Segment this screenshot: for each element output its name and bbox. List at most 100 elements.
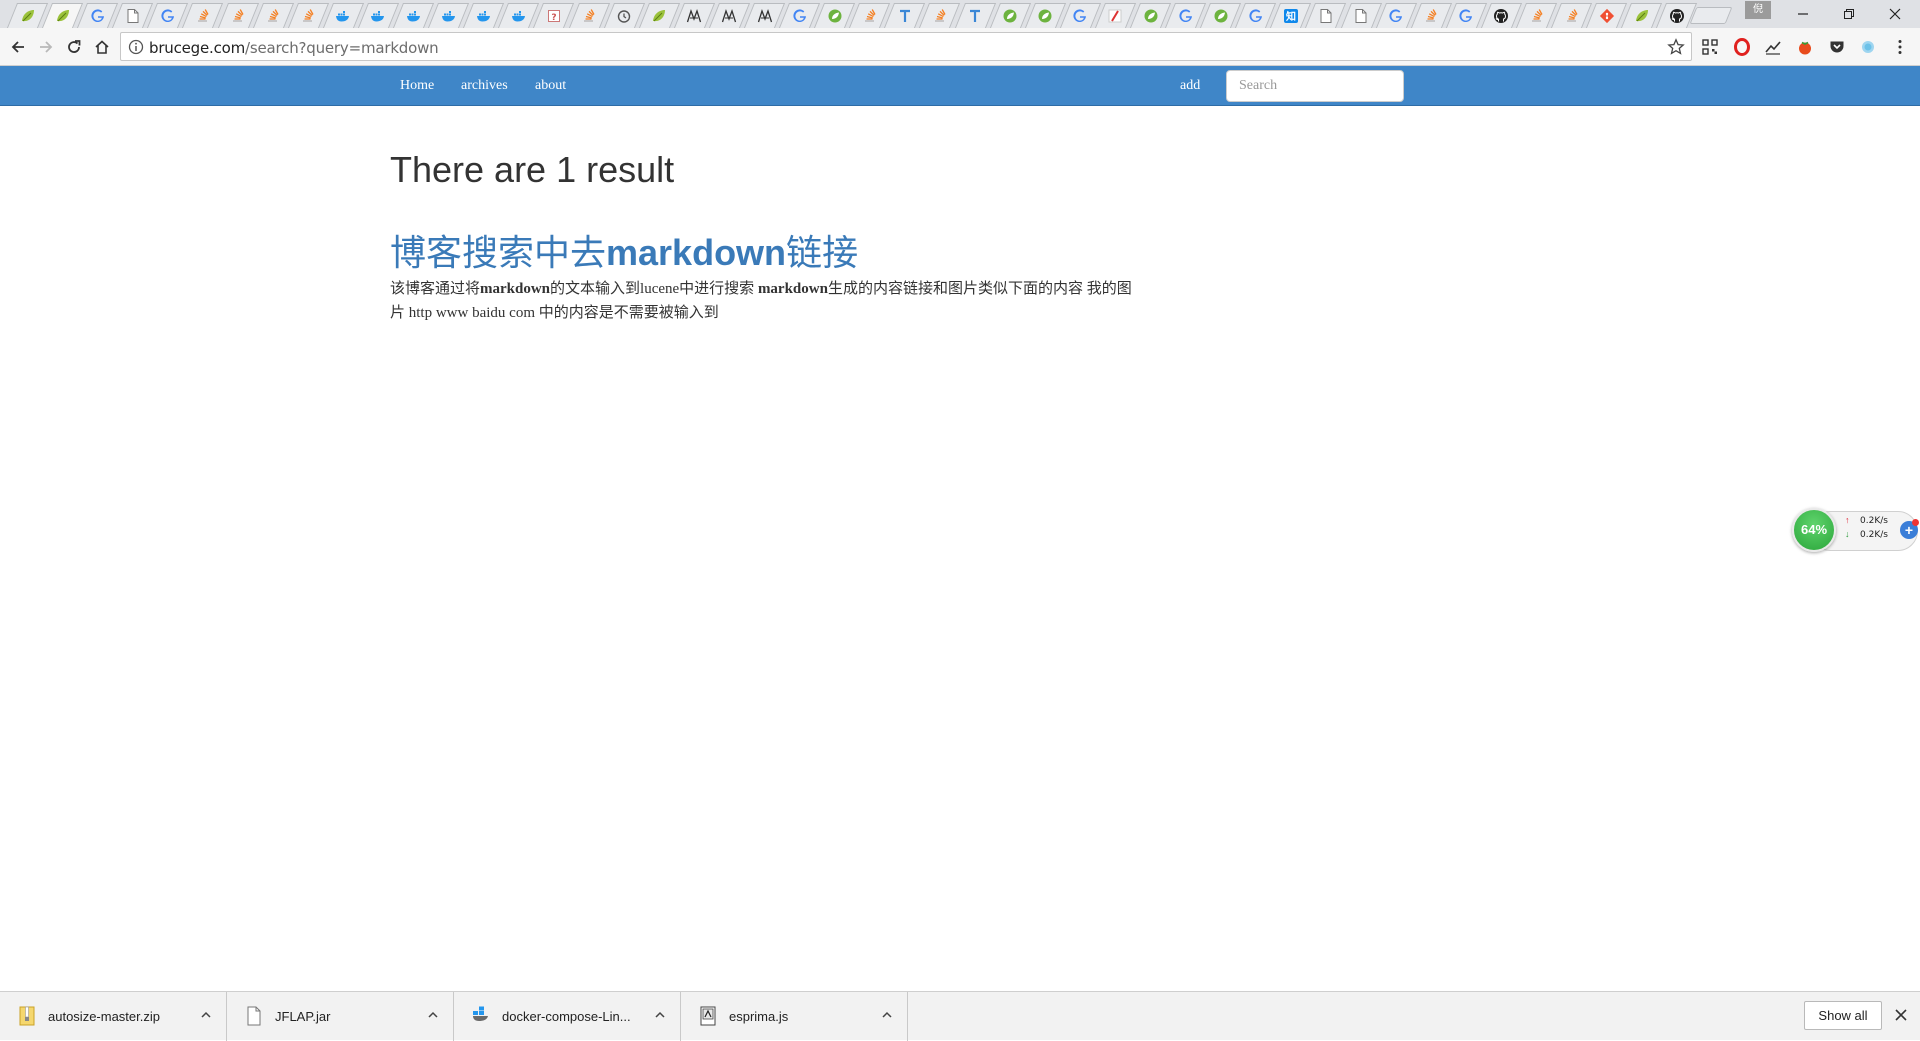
browser-tab[interactable] (1168, 3, 1203, 28)
restore-button[interactable] (1826, 0, 1872, 28)
browser-tab[interactable] (1133, 3, 1168, 28)
profile-button[interactable]: 倪 (1745, 1, 1771, 19)
browser-tab[interactable] (1484, 3, 1519, 28)
address-bar[interactable]: brucege.com/search?query=markdown (120, 32, 1692, 61)
browser-tab[interactable] (466, 3, 501, 28)
browser-tab[interactable] (1203, 3, 1238, 28)
browser-tab[interactable] (396, 3, 431, 28)
browser-tab[interactable] (677, 3, 712, 28)
chevron-up-icon[interactable] (881, 1009, 893, 1021)
browser-tab[interactable] (993, 3, 1028, 28)
browser-tab[interactable] (1063, 3, 1098, 28)
browser-tab[interactable] (361, 3, 396, 28)
browser-tab[interactable] (150, 3, 185, 28)
show-all-button[interactable]: Show all (1804, 1001, 1882, 1030)
home-button[interactable] (90, 35, 114, 59)
qr-code-icon (1702, 39, 1718, 55)
close-window-button[interactable] (1872, 0, 1918, 28)
download-item[interactable]: esprima.js (681, 992, 908, 1041)
browser-tab[interactable] (958, 3, 993, 28)
memory-percent-ball[interactable]: 64% (1792, 508, 1836, 552)
url-path: /search?query=markdown (245, 39, 439, 57)
browser-tab[interactable] (501, 3, 536, 28)
browser-tab[interactable] (747, 3, 782, 28)
download-name: JFLAP.jar (275, 1009, 331, 1024)
page-icon (1318, 8, 1334, 24)
browser-tab[interactable] (1449, 3, 1484, 28)
leaf-icon (20, 8, 36, 24)
chevron-up-icon[interactable] (200, 1009, 212, 1021)
browser-tab[interactable] (326, 3, 361, 28)
circle-extension-button[interactable] (1858, 37, 1878, 57)
browser-tab[interactable] (1624, 3, 1659, 28)
browser-tab[interactable]: 知 (1273, 3, 1308, 28)
forward-button[interactable] (34, 35, 58, 59)
info-icon[interactable] (128, 39, 144, 55)
browser-tab[interactable] (1308, 3, 1343, 28)
browser-tab[interactable] (1238, 3, 1273, 28)
reload-button[interactable] (62, 35, 86, 59)
close-shelf-icon[interactable] (1894, 1008, 1908, 1022)
browser-tab[interactable] (115, 3, 150, 28)
browser-tab[interactable] (1098, 3, 1133, 28)
minimize-button[interactable] (1780, 0, 1826, 28)
chart-extension-button[interactable] (1763, 37, 1783, 57)
browser-tab[interactable] (1659, 3, 1694, 28)
nav-link-about[interactable]: about (535, 78, 566, 94)
browser-tab[interactable] (607, 3, 642, 28)
network-speed-widget[interactable]: ↑ 0.2K/s ↓ 0.2K/s + 64% (1792, 508, 1920, 552)
new-tab-button[interactable] (1693, 7, 1729, 24)
browser-tab[interactable] (817, 3, 852, 28)
tomato-extension-button[interactable] (1795, 37, 1815, 57)
result-title-suffix: 链接 (786, 233, 859, 274)
svg-text:?: ? (551, 13, 556, 23)
menu-button[interactable] (1890, 37, 1910, 57)
browser-tab[interactable] (887, 3, 922, 28)
browser-tab[interactable] (10, 3, 45, 28)
browser-tab[interactable] (256, 3, 291, 28)
opera-extension-button[interactable] (1732, 37, 1752, 57)
chevron-up-icon[interactable] (654, 1009, 666, 1021)
browser-tab[interactable] (712, 3, 747, 28)
browser-tab[interactable] (922, 3, 957, 28)
browser-tab[interactable] (782, 3, 817, 28)
nav-link-add[interactable]: add (1180, 78, 1200, 94)
pocket-extension-button[interactable] (1827, 37, 1847, 57)
browser-tab[interactable] (221, 3, 256, 28)
qr-extension-button[interactable] (1700, 37, 1720, 57)
browser-tab[interactable] (1589, 3, 1624, 28)
browser-tab[interactable] (80, 3, 115, 28)
back-button[interactable] (6, 35, 30, 59)
result-title-link[interactable]: 博客搜索中去markdown链接 (390, 224, 858, 276)
browser-tab[interactable] (1519, 3, 1554, 28)
chevron-up-icon[interactable] (427, 1009, 439, 1021)
browser-tab[interactable] (1554, 3, 1589, 28)
docker-file-icon (473, 1006, 488, 1021)
docker-icon (476, 8, 492, 24)
browser-tab[interactable] (1344, 3, 1379, 28)
download-item[interactable]: docker-compose-Lin... (454, 992, 681, 1041)
search-input[interactable] (1226, 70, 1404, 102)
browser-tab[interactable] (1414, 3, 1449, 28)
browser-tab[interactable] (1379, 3, 1414, 28)
browser-tab[interactable] (1028, 3, 1063, 28)
browser-tab[interactable] (572, 3, 607, 28)
browser-tab[interactable] (291, 3, 326, 28)
nav-link-home[interactable]: Home (400, 78, 434, 94)
browser-tab[interactable] (185, 3, 220, 28)
browser-tab[interactable] (431, 3, 466, 28)
result-title-prefix: 博客搜索中去 (390, 233, 607, 274)
browser-tab[interactable]: ? (536, 3, 571, 28)
docker-icon (441, 8, 457, 24)
nav-link-archives[interactable]: archives (461, 78, 508, 94)
docker-icon (511, 8, 527, 24)
docker-icon (335, 8, 351, 24)
download-item[interactable]: autosize-master.zip (0, 992, 227, 1041)
download-arrow-icon: ↓ (1845, 529, 1850, 539)
browser-tab[interactable] (852, 3, 887, 28)
browser-tab[interactable] (45, 3, 80, 28)
browser-tab[interactable] (642, 3, 677, 28)
bookmark-star-icon[interactable] (1667, 38, 1685, 56)
url-text[interactable]: brucege.com/search?query=markdown (149, 39, 439, 57)
download-item[interactable]: JFLAP.jar (227, 992, 454, 1041)
